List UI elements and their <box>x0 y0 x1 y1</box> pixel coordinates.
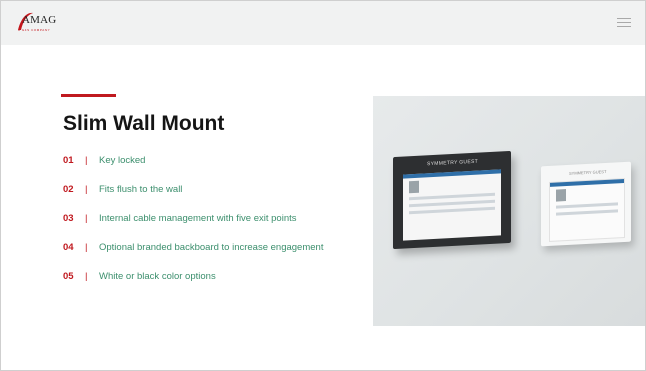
device-brand-label: SYMMETRY GUEST <box>427 158 478 168</box>
hamburger-menu-icon[interactable] <box>617 18 631 28</box>
feature-separator: | <box>85 155 88 166</box>
feature-list: 01 | Key locked 02 | Fits flush to the w… <box>63 155 323 300</box>
feature-number: 05 <box>63 271 74 282</box>
feature-separator: | <box>85 271 88 282</box>
list-item: 02 | Fits flush to the wall <box>63 184 323 213</box>
list-item: 04 | Optional branded backboard to incre… <box>63 242 323 271</box>
feature-separator: | <box>85 242 88 253</box>
feature-number: 03 <box>63 213 74 224</box>
feature-text: Fits flush to the wall <box>99 184 183 195</box>
feature-text: Optional branded backboard to increase e… <box>99 242 324 253</box>
feature-separator: | <box>85 213 88 224</box>
product-image: SYMMETRY GUEST SYMMETRY GUEST <box>373 96 645 326</box>
list-item: 01 | Key locked <box>63 155 323 184</box>
device-screen <box>549 177 625 242</box>
list-item: 05 | White or black color options <box>63 271 323 300</box>
logo-tagline: A G4S COMPANY <box>18 28 51 32</box>
feature-separator: | <box>85 184 88 195</box>
title-accent-line <box>61 94 116 97</box>
header-bar: AMAG A G4S COMPANY <box>1 1 645 45</box>
feature-text: White or black color options <box>99 271 216 282</box>
logo-wordmark: AMAG <box>22 14 57 26</box>
feature-number: 01 <box>63 155 74 166</box>
list-item: 03 | Internal cable management with five… <box>63 213 323 242</box>
feature-number: 04 <box>63 242 74 253</box>
black-wall-mount-device: SYMMETRY GUEST <box>393 150 511 250</box>
feature-text: Internal cable management with five exit… <box>99 213 297 224</box>
feature-number: 02 <box>63 184 74 195</box>
white-wall-mount-device: SYMMETRY GUEST <box>541 161 631 247</box>
device-brand-label: SYMMETRY GUEST <box>569 168 607 176</box>
feature-text: Key locked <box>99 155 146 166</box>
device-screen <box>403 169 501 241</box>
amag-logo[interactable]: AMAG A G4S COMPANY <box>15 10 59 36</box>
page-title: Slim Wall Mount <box>63 112 225 135</box>
page-frame: AMAG A G4S COMPANY Slim Wall Mount 01 | … <box>0 0 646 371</box>
